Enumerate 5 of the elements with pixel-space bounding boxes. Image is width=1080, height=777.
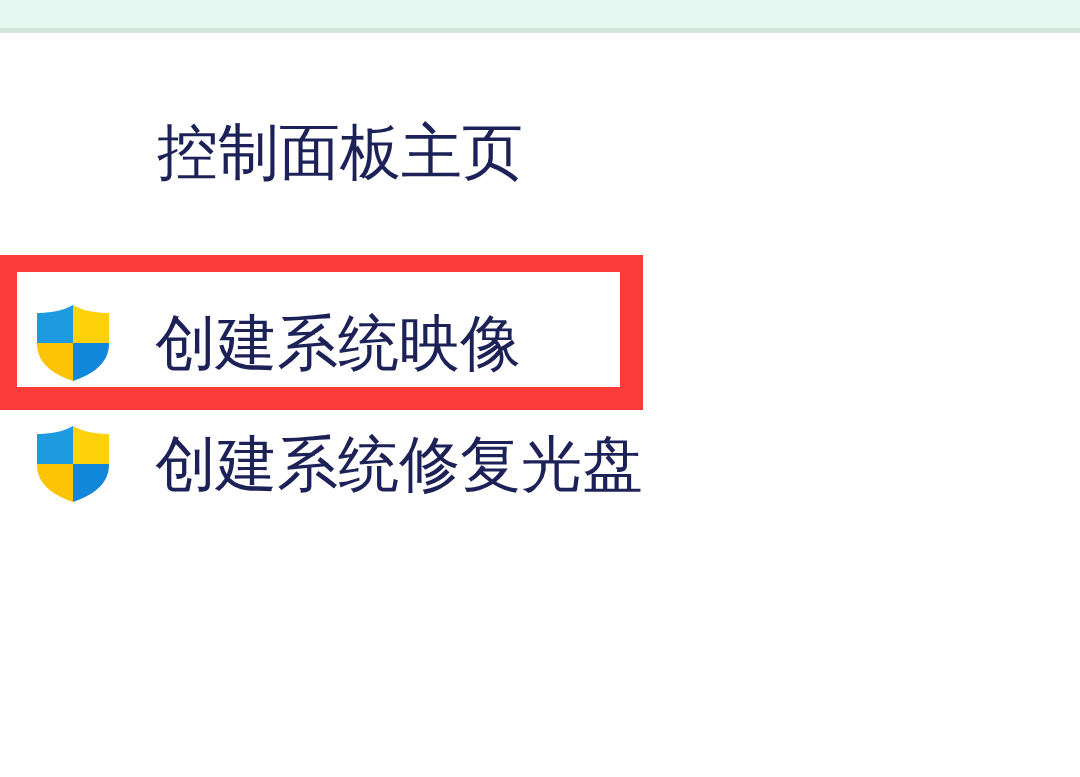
shield-icon (35, 425, 111, 503)
task-link[interactable]: 创建系统映像 (155, 305, 521, 380)
shield-icon (35, 303, 111, 382)
home-link[interactable]: 控制面板主页 (157, 115, 523, 189)
task-link[interactable]: 创建系统修复光盘 (155, 427, 643, 501)
